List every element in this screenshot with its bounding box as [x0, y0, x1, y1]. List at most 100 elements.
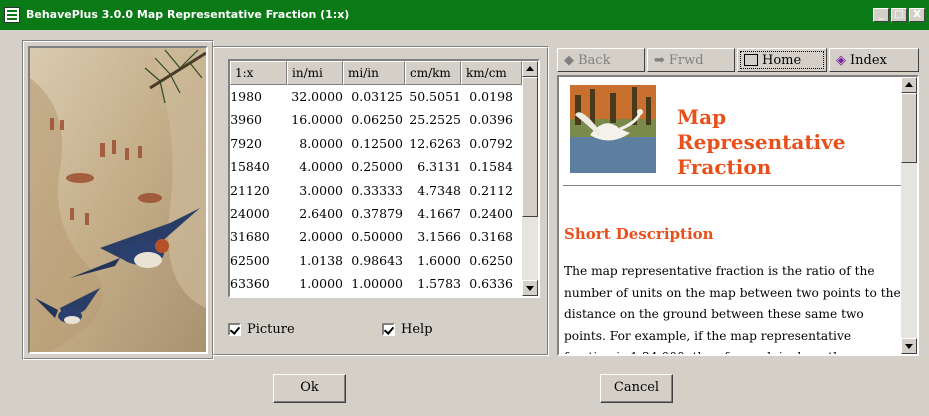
- scroll-thumb[interactable]: [522, 77, 538, 217]
- cell-km-per-cm: 0.0198: [469, 89, 513, 104]
- cell-in-per-mi: 3.0000: [299, 182, 343, 198]
- cell-ratio: 1980: [230, 89, 262, 104]
- table-row[interactable]: 24000 2.6400 0.37879 4.1667 0.2400: [230, 202, 522, 225]
- cell-km-per-cm: 0.2400: [469, 205, 513, 221]
- picture-checkbox-row[interactable]: Picture: [228, 322, 295, 337]
- cell-mi-per-in: 0.12500: [351, 135, 403, 151]
- swan-image: [570, 85, 656, 173]
- column-header-mi-per-in[interactable]: mi/in: [343, 61, 405, 85]
- arrow-down-icon: [526, 286, 534, 291]
- cell-in-per-mi: 4.0000: [299, 159, 343, 175]
- home-button[interactable]: Home: [737, 48, 827, 72]
- picture-checkbox[interactable]: [228, 323, 241, 336]
- help-title: Map Representative Fraction: [677, 105, 899, 180]
- cell-ratio: 62500: [230, 252, 270, 268]
- column-header-in-per-mi[interactable]: in/mi: [287, 61, 343, 85]
- scroll-down-button[interactable]: [522, 280, 538, 296]
- swan-illustration: [570, 85, 656, 173]
- arrow-down-icon: [905, 344, 913, 349]
- conversion-table[interactable]: 1:x in/mi mi/in cm/km km/cm 1980 32.0000…: [228, 59, 540, 298]
- cell-cm-per-km: 6.3131: [417, 159, 461, 175]
- cell-mi-per-in: 0.33333: [351, 182, 403, 198]
- cell-in-per-mi: 16.0000: [291, 112, 343, 128]
- window-title: BehavePlus 3.0.0 Map Representative Frac…: [26, 8, 350, 21]
- column-header-km-per-cm[interactable]: km/cm: [461, 61, 522, 85]
- cell-cm-per-km: 50.5051: [409, 89, 461, 104]
- column-header-ratio[interactable]: 1:x: [230, 61, 287, 85]
- cell-in-per-mi: 1.0138: [299, 252, 343, 268]
- cell-cm-per-km: 1.5783: [417, 276, 461, 292]
- cell-ratio: 15840: [230, 159, 270, 175]
- cell-mi-per-in: 0.06250: [351, 112, 403, 128]
- table-row[interactable]: 31680 2.0000 0.50000 3.1566 0.3168: [230, 225, 522, 248]
- forward-button[interactable]: ➡ Frwd: [647, 48, 735, 72]
- table-header: 1:x in/mi mi/in cm/km km/cm: [230, 61, 522, 85]
- help-checkbox[interactable]: [382, 323, 395, 336]
- cell-km-per-cm: 0.6250: [469, 252, 513, 268]
- ok-button[interactable]: Ok: [273, 374, 346, 403]
- table-row[interactable]: 21120 3.0000 0.33333 4.7348 0.2112: [230, 179, 522, 202]
- maximize-button[interactable]: □: [891, 8, 907, 22]
- cell-mi-per-in: 0.98643: [351, 252, 403, 268]
- table-body: 1980 32.0000 0.03125 50.5051 0.0198 3960…: [230, 85, 522, 296]
- help-title-line1: Map Representative: [677, 105, 846, 154]
- picture-checkbox-label: Picture: [247, 322, 295, 337]
- scroll-thumb[interactable]: [901, 93, 917, 163]
- home-label: Home: [762, 52, 802, 68]
- table-row[interactable]: 1980 32.0000 0.03125 50.5051 0.0198: [230, 85, 522, 108]
- app-icon: [4, 7, 20, 23]
- cell-mi-per-in: 0.25000: [351, 159, 403, 175]
- cell-cm-per-km: 12.6263: [409, 135, 461, 151]
- cell-in-per-mi: 32.0000: [291, 89, 343, 104]
- minimize-button[interactable]: _: [873, 8, 889, 22]
- back-button[interactable]: ◆ Back: [557, 48, 645, 72]
- table-row[interactable]: 63360 1.0000 1.00000 1.5783 0.6336: [230, 272, 522, 295]
- cell-ratio: 7920: [230, 135, 262, 151]
- help-content[interactable]: Map Representative Fraction Short Descri…: [557, 75, 919, 356]
- table-row[interactable]: 3960 16.0000 0.06250 25.2525 0.0396: [230, 108, 522, 131]
- cell-cm-per-km: 4.1667: [417, 205, 461, 221]
- cell-km-per-cm: 0.3168: [469, 229, 513, 245]
- table-row[interactable]: 7920 8.0000 0.12500 12.6263 0.0792: [230, 132, 522, 155]
- cell-ratio: 3960: [230, 112, 262, 128]
- cell-mi-per-in: 0.03125: [351, 89, 403, 104]
- arrow-up-icon: [905, 82, 913, 87]
- swallow-painting-image: [28, 46, 208, 354]
- table-scrollbar[interactable]: [522, 61, 538, 296]
- cell-km-per-cm: 0.2112: [469, 182, 513, 198]
- table-row[interactable]: 15840 4.0000 0.25000 6.3131 0.1584: [230, 155, 522, 178]
- help-scrollbar[interactable]: [901, 77, 917, 354]
- cell-cm-per-km: 1.6000: [417, 252, 461, 268]
- cell-mi-per-in: 0.50000: [351, 229, 403, 245]
- home-icon: [744, 54, 758, 66]
- scroll-up-button[interactable]: [901, 77, 917, 93]
- table-row[interactable]: 62500 1.0138 0.98643 1.6000 0.6250: [230, 249, 522, 272]
- help-checkbox-row[interactable]: Help: [382, 322, 433, 337]
- scroll-down-button[interactable]: [901, 338, 917, 354]
- cancel-button[interactable]: Cancel: [600, 374, 673, 403]
- cell-km-per-cm: 0.0396: [469, 112, 513, 128]
- back-label: Back: [578, 52, 611, 68]
- scroll-up-button[interactable]: [522, 61, 538, 77]
- cell-km-per-cm: 0.0792: [469, 135, 513, 151]
- index-button[interactable]: ◈ Index: [829, 48, 919, 72]
- cell-mi-per-in: 1.00000: [351, 276, 403, 292]
- index-label: Index: [850, 52, 887, 68]
- cell-cm-per-km: 25.2525: [409, 112, 461, 128]
- help-title-line2: Fraction: [677, 155, 772, 179]
- swallow-painting-art: [30, 48, 206, 352]
- cell-in-per-mi: 2.0000: [299, 229, 343, 245]
- title-bar: BehavePlus 3.0.0 Map Representative Frac…: [0, 0, 929, 30]
- help-body-text: The map representative fraction is the r…: [564, 264, 901, 354]
- forward-label: Frwd: [668, 52, 704, 68]
- cell-cm-per-km: 4.7348: [417, 182, 461, 198]
- close-button[interactable]: X: [909, 8, 925, 22]
- cell-in-per-mi: 2.6400: [299, 205, 343, 221]
- cell-ratio: 24000: [230, 205, 270, 221]
- cell-in-per-mi: 1.0000: [299, 276, 343, 292]
- arrow-left-icon: ◆: [564, 52, 574, 68]
- column-header-cm-per-km[interactable]: cm/km: [405, 61, 461, 85]
- book-icon: ◈: [836, 52, 846, 68]
- cell-in-per-mi: 8.0000: [299, 135, 343, 151]
- cell-ratio: 31680: [230, 229, 270, 245]
